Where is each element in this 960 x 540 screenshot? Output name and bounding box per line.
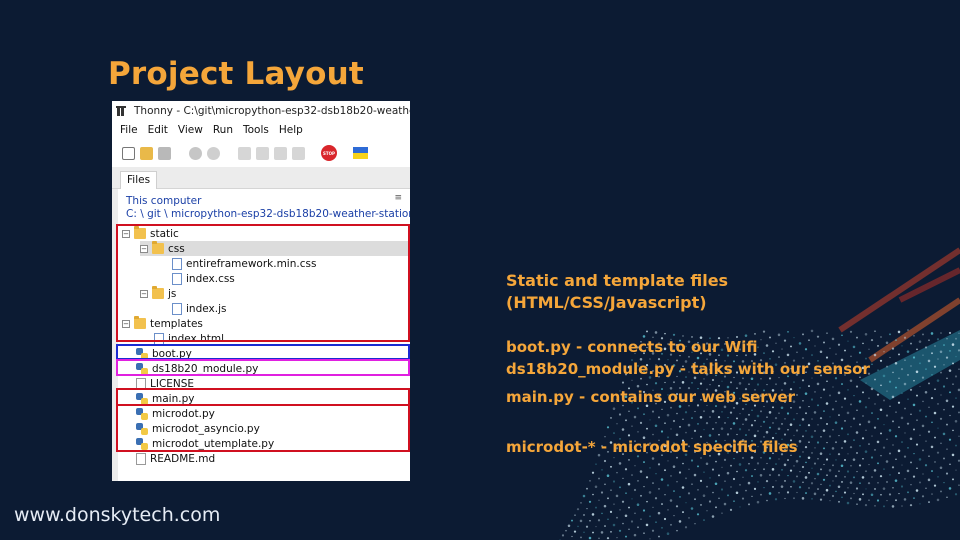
note-static-line1: Static and template files <box>506 271 729 290</box>
new-file-icon[interactable] <box>122 146 135 160</box>
note-boot: boot.py - connects to our Wifi <box>506 338 758 356</box>
menu-help[interactable]: Help <box>279 124 303 136</box>
step-out-icon[interactable] <box>274 146 287 160</box>
tab-files[interactable]: Files <box>120 171 158 189</box>
menu-run[interactable]: Run <box>213 124 233 136</box>
menu-file[interactable]: File <box>120 124 138 136</box>
highlight-boot <box>116 344 410 360</box>
files-tab-row: Files <box>112 167 410 189</box>
open-folder-icon[interactable] <box>140 146 153 160</box>
step-into-icon[interactable] <box>256 146 269 160</box>
window-title: Thonny - C:\git\micropython-esp32-dsb18b… <box>134 105 410 117</box>
tree-item-readme[interactable]: README.md <box>136 451 215 466</box>
step-over-icon[interactable] <box>238 146 251 160</box>
menu-edit[interactable]: Edit <box>148 124 168 136</box>
note-static-line2: (HTML/CSS/Javascript) <box>506 293 707 312</box>
footer-url: www.donskytech.com <box>14 504 221 526</box>
resume-icon[interactable] <box>292 146 305 160</box>
window-titlebar: Thonny - C:\git\micropython-esp32-dsb18b… <box>112 101 410 121</box>
menu-tools[interactable]: Tools <box>243 124 269 136</box>
menu-view[interactable]: View <box>178 124 203 136</box>
file-icon <box>136 452 146 465</box>
note-main: main.py - contains our web server <box>506 388 796 406</box>
highlight-static-templates <box>116 224 410 342</box>
slide-title: Project Layout <box>108 56 364 92</box>
location-title[interactable]: This computer <box>126 195 201 207</box>
tree-item-label: README.md <box>150 452 216 465</box>
save-icon[interactable] <box>158 146 171 160</box>
menu-bar: File Edit View Run Tools Help <box>112 121 410 139</box>
ukraine-flag-icon[interactable] <box>353 147 368 159</box>
stop-icon[interactable]: STOP <box>321 145 337 161</box>
thonny-app-icon <box>116 105 128 117</box>
location-path[interactable]: C: \ git \ micropython-esp32-dsb18b20-we… <box>126 208 410 220</box>
panel-menu-icon[interactable]: ≡ <box>394 193 402 203</box>
slide: Project Layout Thonny - C:\git\micropyth… <box>0 0 960 540</box>
highlight-microdot <box>116 404 410 452</box>
run-icon[interactable] <box>189 146 202 160</box>
note-microdot: microdot-* - microdot specific files <box>506 438 798 456</box>
note-ds18b20: ds18b20_module.py - talks with our senso… <box>506 360 870 378</box>
debug-icon[interactable] <box>207 146 220 160</box>
highlight-ds18b20 <box>116 359 410 376</box>
toolbar: STOP <box>112 139 410 167</box>
